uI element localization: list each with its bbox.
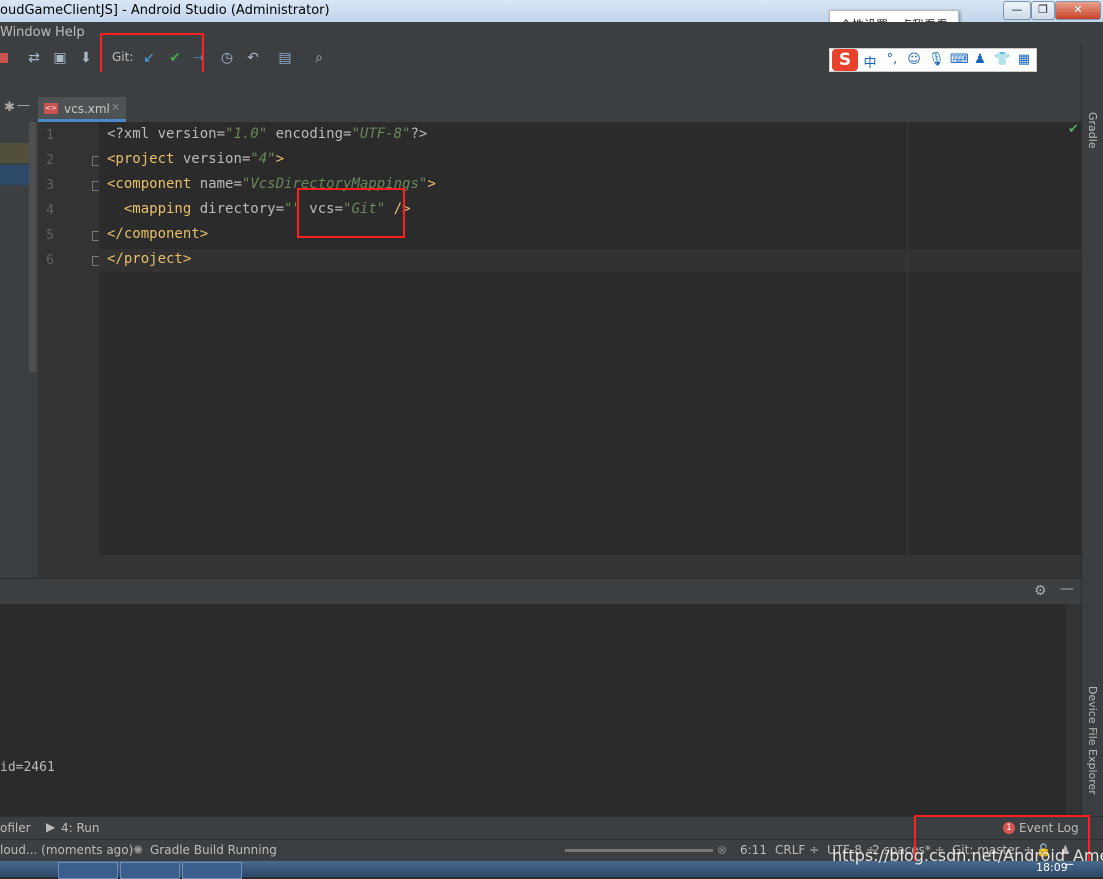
highlight-vcs-attribute: [297, 188, 405, 238]
hide-panel-icon[interactable]: —: [1060, 581, 1074, 597]
gradle-tool-button[interactable]: Gradle: [1086, 112, 1099, 149]
stop-icon[interactable]: [0, 53, 8, 63]
code-line[interactable]: </component>: [107, 226, 208, 242]
code-token: "1.0": [225, 126, 268, 142]
code-token: </project>: [107, 251, 192, 267]
code-token: <component: [107, 176, 192, 192]
profiler-tool-button[interactable]: ofiler: [0, 821, 31, 835]
code-token: >: [427, 176, 436, 192]
code-token: encoding=: [267, 126, 352, 142]
ime-bar: S 中 °, ☺ 🎙 ⌨ ♟ 👕 ▦: [829, 48, 1037, 72]
sdk-manager-icon[interactable]: ⬇: [77, 49, 95, 67]
right-tool-strip: Gradle Device File Explorer: [1081, 44, 1103, 816]
inspection-ok-icon: ✔: [1068, 122, 1079, 137]
minimize-button[interactable]: —: [1003, 1, 1031, 20]
editor-bottom-area: [38, 555, 1081, 578]
tab-vcs-xml[interactable]: <> vcs.xml ✕: [38, 97, 126, 122]
tab-label: vcs.xml: [64, 102, 110, 116]
code-token: >: [275, 151, 285, 167]
line-number: 4: [46, 203, 54, 218]
caret-position[interactable]: 6:11: [740, 843, 767, 857]
revert-icon[interactable]: ↶: [244, 49, 262, 67]
code-token: ?>: [410, 126, 428, 142]
code-token: <mapping: [107, 201, 192, 217]
line-number: 6: [46, 253, 54, 268]
code-token: directory=: [191, 201, 285, 217]
sync-icon[interactable]: ⇄: [25, 49, 43, 67]
run-play-icon: ▶: [46, 820, 56, 834]
code-token: name=: [191, 176, 242, 192]
taskbar-app-button[interactable]: [120, 862, 180, 879]
line-number: 5: [46, 228, 54, 243]
progress-spinner-icon: ✺: [133, 843, 144, 857]
menu-window[interactable]: Window: [0, 25, 51, 40]
project-pane: [0, 122, 38, 578]
code-token: <?xml version=: [107, 126, 226, 142]
ime-punct[interactable]: °,: [884, 52, 900, 67]
right-margin-guide: [907, 122, 908, 555]
line-number: 2: [46, 153, 54, 168]
toolbox-icon[interactable]: ▦: [1016, 52, 1032, 67]
device-file-explorer-tool-button[interactable]: Device File Explorer: [1086, 686, 1099, 795]
editor-tab-bar: ✱ —: [0, 96, 1082, 123]
taskbar-app-button[interactable]: [58, 862, 118, 879]
emoji-icon[interactable]: ☺: [906, 52, 922, 67]
history-icon[interactable]: ◷: [218, 49, 236, 67]
navigation-bar: [0, 72, 1082, 96]
xml-file-icon: <>: [44, 103, 58, 114]
microphone-icon[interactable]: 🎙: [928, 52, 945, 67]
code-token: "4": [250, 151, 276, 167]
caret-line-highlight: [99, 249, 1081, 272]
settings-gear-icon[interactable]: ⚙: [1034, 583, 1047, 599]
code-token: "UTF-8": [351, 126, 411, 142]
avd-manager-icon[interactable]: ▣: [51, 49, 69, 67]
code-line[interactable]: <?xml version="1.0" encoding="UTF-8"?>: [107, 126, 427, 142]
build-progress-bar: [565, 849, 713, 852]
build-status[interactable]: Gradle Build Running: [150, 843, 277, 857]
status-message[interactable]: loud... (moments ago): [0, 843, 133, 857]
project-structure-icon[interactable]: ▤: [276, 49, 294, 67]
close-tab-icon[interactable]: ✕: [111, 101, 120, 114]
taskbar-app-button[interactable]: [182, 862, 242, 879]
keyboard-icon[interactable]: ⌨: [950, 52, 969, 67]
project-scrollbar[interactable]: [29, 122, 36, 372]
console-line: id=2461: [0, 760, 55, 775]
skin-icon[interactable]: 👕: [994, 52, 1010, 67]
sogou-logo[interactable]: S: [832, 49, 858, 71]
collapse-icon[interactable]: —: [17, 98, 30, 113]
code-line[interactable]: </project>: [107, 251, 191, 267]
window-title: oudGameClientJS] - Android Studio (Admin…: [0, 3, 330, 18]
menu-help[interactable]: Help: [55, 25, 85, 40]
line-number: 3: [46, 178, 54, 193]
watermark-text: https://blog.csdn.net/Android_Amelia: [832, 846, 1103, 865]
code-token: </component>: [107, 226, 209, 242]
cancel-build-icon[interactable]: ⊗: [717, 843, 727, 857]
code-token: version=: [174, 151, 251, 167]
maximize-button[interactable]: ❐: [1031, 1, 1055, 20]
ime-lang[interactable]: 中: [862, 52, 878, 71]
code-token: <project: [107, 151, 175, 167]
run-console[interactable]: id=2461: [0, 604, 1066, 814]
line-number: 1: [46, 128, 54, 143]
console-scrollbar[interactable]: [1066, 604, 1081, 814]
close-window-button[interactable]: ✕: [1055, 1, 1101, 20]
run-panel-header: ⚙ —: [0, 578, 1081, 605]
project-gear-icon[interactable]: ✱: [4, 100, 15, 115]
code-line[interactable]: <project version="4">: [107, 151, 284, 167]
run-tool-button[interactable]: 4: Run: [61, 821, 100, 835]
line-separator[interactable]: CRLF ÷: [775, 843, 819, 857]
user-center-icon[interactable]: ♟: [972, 52, 988, 67]
search-icon[interactable]: ⌕: [310, 49, 328, 67]
